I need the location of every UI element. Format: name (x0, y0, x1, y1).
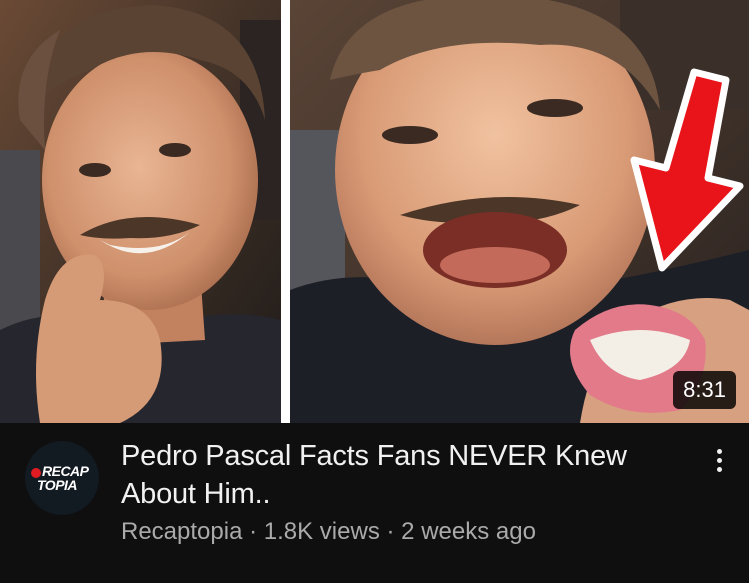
meta-separator: · (249, 518, 258, 545)
upload-age: 2 weeks ago (401, 518, 536, 545)
video-meta-line: Recaptopia · 1.8K views · 2 weeks ago (121, 517, 536, 547)
avatar-logo-line2: TOPIA (37, 477, 78, 493)
video-title[interactable]: Pedro Pascal Facts Fans NEVER Knew About… (121, 437, 681, 513)
laughing-man-with-dentures-photo (290, 0, 749, 423)
duration-badge: 8:31 (673, 371, 736, 409)
thumbnail-photo-left (0, 0, 281, 423)
more-dot (716, 457, 722, 463)
channel-avatar[interactable]: RECAP TOPIA (25, 441, 99, 515)
channel-name[interactable]: Recaptopia (121, 518, 242, 545)
smiling-man-photo (0, 0, 281, 423)
recaptopia-logo: RECAP TOPIA (25, 441, 99, 515)
more-vertical-icon[interactable] (707, 443, 731, 477)
video-thumbnail[interactable]: 8:31 (0, 0, 749, 423)
more-dot (716, 448, 722, 454)
view-count: 1.8K views (263, 518, 380, 545)
thumbnail-photo-right (290, 0, 749, 423)
meta-separator: · (386, 518, 395, 545)
more-dot (716, 466, 722, 472)
video-meta-area: RECAP TOPIA Pedro Pascal Facts Fans NEVE… (0, 423, 749, 583)
video-card[interactable]: 8:31 RECAP TOPIA Pedro Pascal Facts Fans… (0, 0, 749, 583)
